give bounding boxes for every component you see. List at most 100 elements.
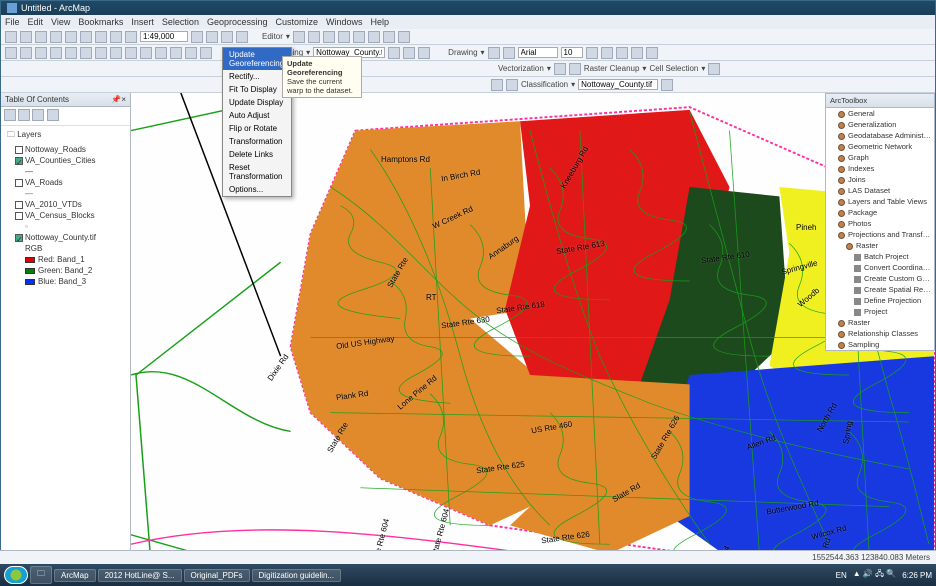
fixed-zoom-in-icon[interactable] [65, 47, 77, 59]
chevron-down-icon[interactable]: ▾ [286, 32, 290, 41]
toc-root[interactable]: 🗀 Layers [3, 128, 128, 144]
tray-clock[interactable]: 6:26 PM [902, 571, 932, 580]
classify-icon2[interactable] [506, 79, 518, 91]
back-icon[interactable] [95, 47, 107, 59]
toolbox-tool[interactable]: Batch Project [826, 251, 934, 262]
hyperlink-icon[interactable] [200, 47, 212, 59]
cut-icon[interactable] [65, 31, 77, 43]
cell-selection-menu[interactable]: Cell Selection [649, 64, 698, 73]
menu-geoprocessing[interactable]: Geoprocessing [207, 17, 268, 27]
attributes-icon[interactable] [383, 31, 395, 43]
toolbox-group[interactable]: Package [826, 207, 934, 218]
catalog-icon[interactable] [206, 31, 218, 43]
font-color-icon[interactable] [631, 47, 643, 59]
toolbox-group[interactable]: Raster [826, 317, 934, 328]
view-link-table-icon[interactable] [418, 47, 430, 59]
undo-icon[interactable] [110, 31, 122, 43]
pan-icon[interactable] [35, 47, 47, 59]
scale-input[interactable] [140, 31, 188, 42]
measure-icon[interactable] [185, 47, 197, 59]
vectorization-settings-icon[interactable] [569, 63, 581, 75]
raster-cleanup-menu[interactable]: Raster Cleanup [584, 64, 640, 73]
toc-layer[interactable]: VA_Census_Blocks [3, 210, 128, 221]
zoom-in-icon[interactable] [5, 47, 17, 59]
draw-rectangle-icon[interactable] [488, 47, 500, 59]
georef-menu-item[interactable]: Flip or Rotate [223, 122, 291, 135]
clear-selection-icon[interactable] [140, 47, 152, 59]
fill-color-icon[interactable] [646, 47, 658, 59]
tray-lang[interactable]: EN [836, 571, 847, 580]
start-button[interactable] [4, 566, 28, 584]
task-explorer[interactable]: 🗀 [30, 566, 52, 584]
toolbox-tool[interactable]: Convert Coordinate Notation [826, 262, 934, 273]
classification-target-input[interactable] [578, 79, 658, 90]
georef-menu-item[interactable]: Transformation [223, 135, 291, 148]
georef-menu-item[interactable]: Options... [223, 183, 291, 196]
menu-help[interactable]: Help [371, 17, 390, 27]
find-icon[interactable] [170, 47, 182, 59]
toolbox-icon[interactable] [221, 31, 233, 43]
classify-icon[interactable] [491, 79, 503, 91]
pin-icon[interactable]: 📌× [111, 95, 126, 104]
menu-bar[interactable]: File Edit View Bookmarks Insert Selectio… [1, 15, 935, 29]
task-arcmap[interactable]: ArcMap [54, 569, 96, 582]
georef-menu-item[interactable]: Update Display [223, 96, 291, 109]
chevron-down-icon[interactable]: ▾ [481, 48, 485, 57]
toc-layer[interactable]: ✓Nottoway_County.tif [3, 232, 128, 243]
toolbox-group[interactable]: Generalization [826, 119, 934, 130]
menu-view[interactable]: View [51, 17, 70, 27]
toolbox-group[interactable]: Graph [826, 152, 934, 163]
bold-icon[interactable] [586, 47, 598, 59]
print-icon[interactable] [50, 31, 62, 43]
georef-menu-item[interactable]: Fit To Display [223, 83, 291, 96]
georef-menu-item[interactable]: Rectify... [223, 70, 291, 83]
georef-menu-item[interactable]: Reset Transformation [223, 161, 291, 183]
georef-menu-item[interactable]: Delete Links [223, 148, 291, 161]
taskbar[interactable]: 🗀 ArcMap 2012 HotLine@ S... Original_PDF… [0, 564, 936, 586]
select-icon[interactable] [125, 47, 137, 59]
add-control-points-icon[interactable] [403, 47, 415, 59]
toc-layer[interactable]: VA_Roads [3, 177, 128, 188]
vectorization-menu[interactable]: Vectorization [498, 64, 544, 73]
full-extent-icon[interactable] [50, 47, 62, 59]
toolbox-group[interactable]: Indexes [826, 163, 934, 174]
toc-layer[interactable]: VA_2010_VTDs [3, 199, 128, 210]
menu-insert[interactable]: Insert [131, 17, 154, 27]
edit-vertices-icon[interactable] [308, 31, 320, 43]
rotate-icon[interactable] [368, 31, 380, 43]
toolbox-group[interactable]: Joins [826, 174, 934, 185]
toolbox-group[interactable]: Sampling [826, 339, 934, 350]
task-item[interactable]: Original_PDFs [184, 569, 250, 582]
menu-customize[interactable]: Customize [276, 17, 319, 27]
italic-icon[interactable] [601, 47, 613, 59]
toolbox-tool[interactable]: Create Custom Geographic Transform [826, 273, 934, 284]
font-input[interactable] [518, 47, 558, 58]
cell-select-icon[interactable] [708, 63, 720, 75]
list-by-drawing-icon[interactable] [4, 109, 16, 121]
identify-icon[interactable] [155, 47, 167, 59]
georef-menu-item[interactable]: Auto Adjust [223, 109, 291, 122]
toolbox-group[interactable]: Projections and Transformations [826, 229, 934, 240]
new-icon[interactable] [5, 31, 17, 43]
list-by-visibility-icon[interactable] [32, 109, 44, 121]
menu-windows[interactable]: Windows [326, 17, 363, 27]
toolbox-group[interactable]: Relationship Classes [826, 328, 934, 339]
copy-icon[interactable] [80, 31, 92, 43]
list-by-selection-icon[interactable] [47, 109, 59, 121]
menu-selection[interactable]: Selection [162, 17, 199, 27]
drawing-menu[interactable]: Drawing [448, 48, 477, 57]
edit-tool-icon[interactable] [293, 31, 305, 43]
save-icon[interactable] [35, 31, 47, 43]
forward-icon[interactable] [110, 47, 122, 59]
toolbox-group[interactable]: General [826, 108, 934, 119]
fixed-zoom-out-icon[interactable] [80, 47, 92, 59]
task-item[interactable]: 2012 HotLine@ S... [98, 569, 182, 582]
split-icon[interactable] [353, 31, 365, 43]
redo-icon[interactable] [125, 31, 137, 43]
toolbox-tool[interactable]: Create Spatial Reference [826, 284, 934, 295]
tray-icons[interactable]: ▲ 🔊 🖧 🔍 [853, 568, 896, 582]
python-icon[interactable] [236, 31, 248, 43]
toolbox-group[interactable]: Geometric Network [826, 141, 934, 152]
font-size-input[interactable] [561, 47, 583, 58]
cut-polygons-icon[interactable] [323, 31, 335, 43]
